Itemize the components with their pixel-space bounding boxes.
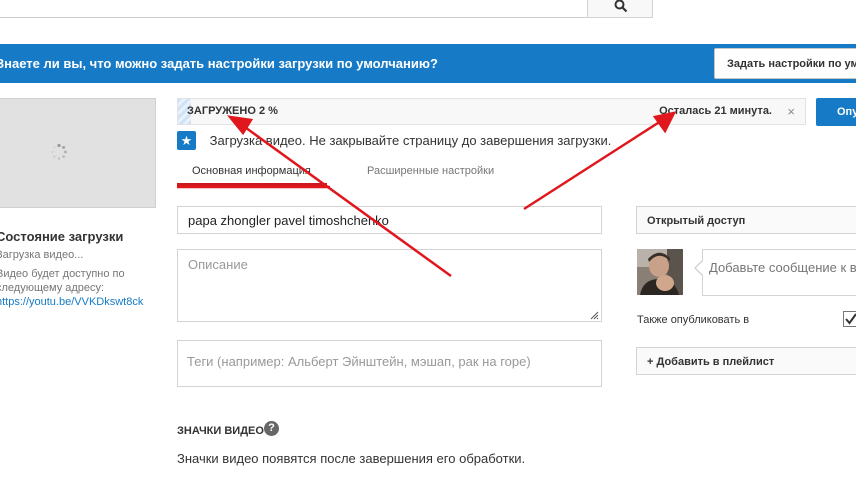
tags-field[interactable]: Теги (например: Альберт Эйнштейн, мэшап,… <box>177 340 602 387</box>
upload-info-row: ★ Загрузка видео. Не закрывайте страницу… <box>177 131 611 150</box>
help-icon[interactable]: ? <box>264 421 279 436</box>
defaults-banner: Знаете ли вы, что можно задать настройки… <box>0 44 856 83</box>
message-input[interactable]: Добавьте сообщение к видео <box>702 249 856 296</box>
time-remaining-text: Осталась 21 минута. <box>659 105 772 117</box>
availability-text-line1: Видео будет доступно по <box>0 268 125 280</box>
tab-basic-info[interactable]: Основная информация <box>192 165 311 177</box>
upload-progress-label: ЗАГРУЖЕНО 2 % <box>187 105 278 117</box>
upload-info-text: Загрузка видео. Не закрывайте страницу д… <box>209 133 612 148</box>
star-icon: ★ <box>177 131 196 150</box>
thumbnails-note: Значки видео появятся после завершения е… <box>177 451 526 466</box>
search-button[interactable] <box>587 0 653 18</box>
upload-progress-bar: ЗАГРУЖЕНО 2 % Осталась 21 минута. × <box>177 98 806 125</box>
also-publish-checkbox[interactable] <box>843 311 856 327</box>
loading-spinner-icon <box>51 143 67 160</box>
availability-text-line2: следующему адресу: <box>0 282 105 294</box>
video-title-field[interactable]: papa zhongler pavel timoshchenko <box>177 206 602 234</box>
set-defaults-button[interactable]: Задать настройки по умолчанию <box>714 48 856 79</box>
video-thumbnail-placeholder <box>0 98 156 208</box>
cancel-upload-close-icon[interactable]: × <box>787 104 795 119</box>
description-placeholder: Описание <box>188 257 248 272</box>
also-publish-label: Также опубликовать в <box>637 314 750 326</box>
avatar <box>637 249 683 295</box>
thumbnails-heading: ЗНАЧКИ ВИДЕО <box>177 425 264 437</box>
upload-status-subtitle: Загрузка видео... <box>0 249 84 261</box>
resize-grip-icon[interactable] <box>590 311 599 320</box>
search-input[interactable] <box>0 0 588 18</box>
tab-advanced-settings[interactable]: Расширенные настройки <box>367 165 494 177</box>
checkmark-icon <box>845 313 856 325</box>
search-icon <box>614 0 628 13</box>
upload-page: Знаете ли вы, что можно задать настройки… <box>0 0 856 500</box>
publish-button[interactable]: Опубликовать <box>816 98 856 126</box>
upload-status-title: Состояние загрузки <box>0 229 124 244</box>
banner-text: Знаете ли вы, что можно задать настройки… <box>0 56 438 71</box>
visibility-select[interactable]: Открытый доступ <box>636 206 856 234</box>
description-field[interactable]: Описание <box>177 249 602 322</box>
video-url-link[interactable]: https://youtu.be/VVKDkswt8ck <box>0 296 143 308</box>
active-tab-indicator <box>177 183 327 186</box>
add-to-playlist-button[interactable]: + Добавить в плейлист <box>636 347 856 375</box>
message-bubble-pointer-inner <box>696 261 703 275</box>
